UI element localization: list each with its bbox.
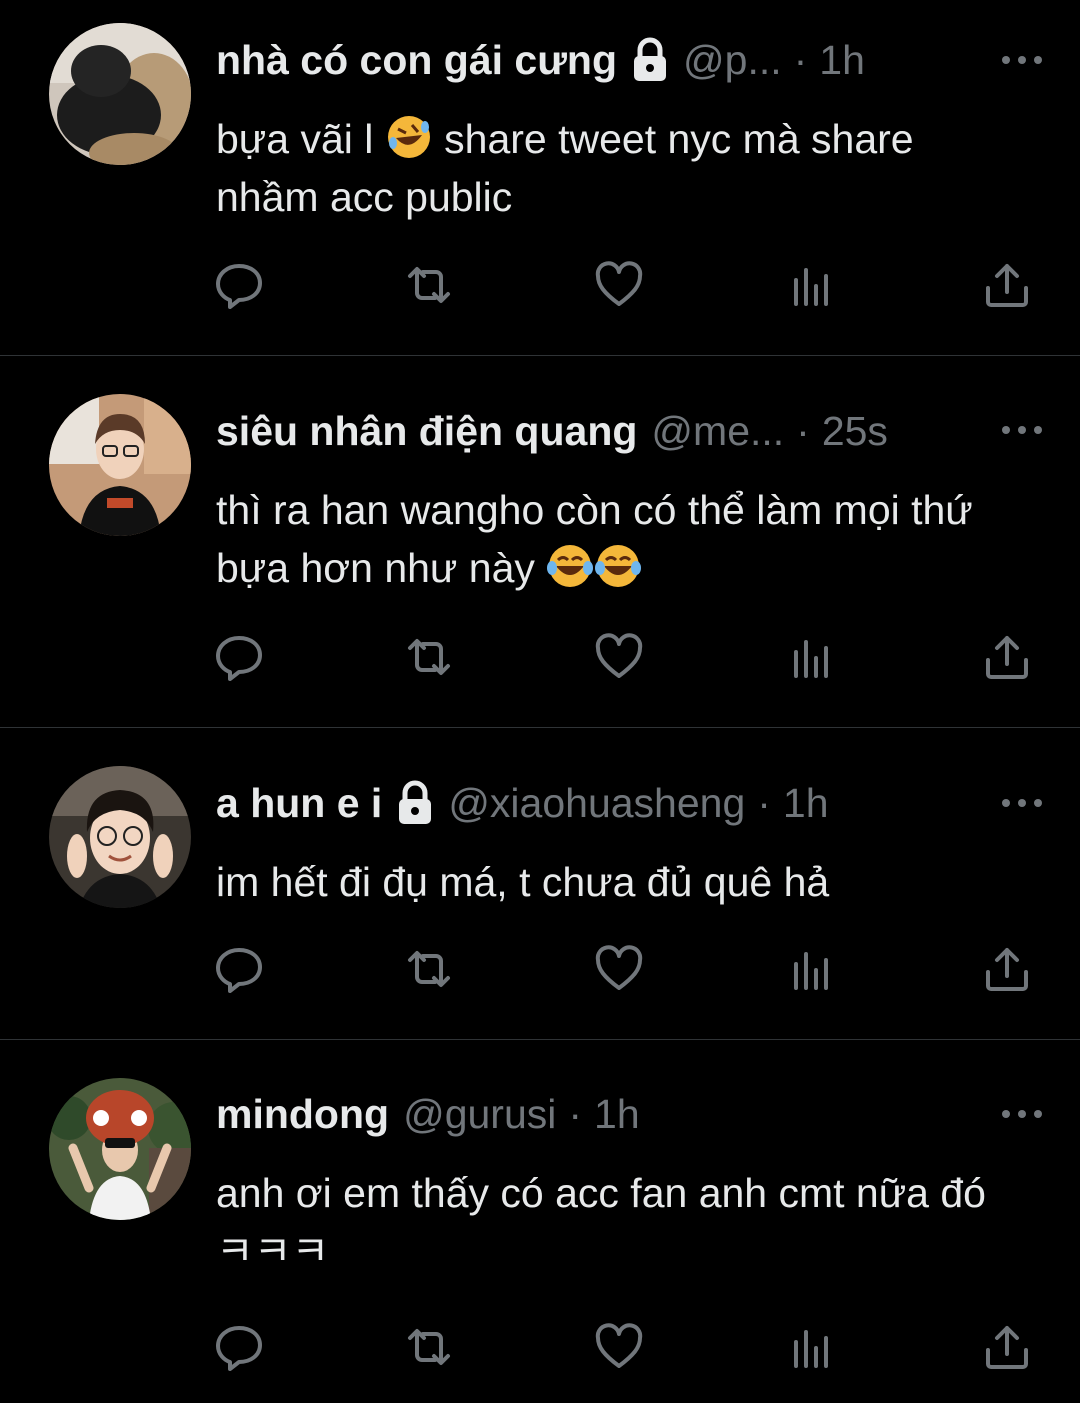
views-icon[interactable]	[786, 632, 836, 682]
tweet-header: siêu nhân điện quang @me... · 25s	[216, 403, 1000, 459]
tweet-text: anh ơi em thấy có acc fan anh cmt nữa đó…	[216, 1164, 1020, 1280]
tweet[interactable]: siêu nhân điện quang @me... · 25s thì ra…	[0, 356, 1080, 728]
share-icon[interactable]	[982, 1322, 1032, 1372]
tweet-actions	[214, 260, 1034, 310]
heart-icon[interactable]	[594, 632, 644, 682]
heart-icon[interactable]	[594, 944, 644, 994]
reply-icon[interactable]	[214, 260, 264, 310]
retweet-icon[interactable]	[404, 260, 454, 310]
display-name[interactable]: mindong	[216, 1091, 389, 1138]
heart-icon[interactable]	[594, 260, 644, 310]
tweet[interactable]: nhà có con gái cưng @p... · 1h bựa vãi l…	[0, 0, 1080, 356]
heart-icon[interactable]	[594, 1322, 644, 1372]
display-name[interactable]: siêu nhân điện quang	[216, 408, 637, 455]
reply-icon[interactable]	[214, 944, 264, 994]
tweet-header: a hun e i @xiaohuasheng · 1h	[216, 775, 1000, 831]
timestamp[interactable]: 1h	[783, 780, 829, 827]
views-icon[interactable]	[786, 1322, 836, 1372]
tweet-feed: nhà có con gái cưng @p... · 1h bựa vãi l…	[0, 0, 1080, 1403]
tweet-actions	[214, 944, 1034, 994]
tweet-text: im hết đi đụ má, t chưa đủ quê hả	[216, 853, 1020, 911]
tweet-text: bựa vãi l share tweet nyc mà share nhầm …	[216, 110, 1020, 226]
share-icon[interactable]	[982, 632, 1032, 682]
retweet-icon[interactable]	[404, 632, 454, 682]
tweet-actions	[214, 632, 1034, 682]
tweet-text-part: im hết đi đụ má, t chưa đủ quê hả	[216, 859, 830, 905]
user-handle[interactable]: @me...	[651, 408, 784, 455]
tweet[interactable]: mindong @gurusi · 1h anh ơi em thấy có a…	[0, 1040, 1080, 1403]
reply-icon[interactable]	[214, 1322, 264, 1372]
tweet-text-part: anh ơi em thấy có acc fan anh cmt nữa đó…	[216, 1170, 986, 1274]
user-handle[interactable]: @gurusi	[403, 1091, 556, 1138]
tweet-text-part: bựa vãi l	[216, 116, 385, 162]
avatar[interactable]	[49, 394, 191, 536]
more-icon[interactable]	[1002, 54, 1042, 66]
tweet-actions	[214, 1322, 1034, 1372]
tweet[interactable]: a hun e i @xiaohuasheng · 1h im hết đi đ…	[0, 728, 1080, 1040]
separator: ·	[793, 36, 808, 83]
rolling-laughing-emoji	[385, 113, 433, 161]
separator: ·	[796, 407, 810, 454]
avatar[interactable]	[49, 1078, 191, 1220]
views-icon[interactable]	[786, 260, 836, 310]
user-handle[interactable]: @xiaohuasheng	[448, 780, 745, 827]
separator: ·	[757, 779, 771, 826]
retweet-icon[interactable]	[404, 1322, 454, 1372]
user-handle[interactable]: @p...	[683, 37, 782, 84]
timestamp[interactable]: 25s	[822, 408, 888, 455]
lock-icon	[396, 780, 434, 826]
share-icon[interactable]	[982, 260, 1032, 310]
reply-icon[interactable]	[214, 632, 264, 682]
tears-of-joy-emoji	[594, 542, 642, 590]
timestamp[interactable]: 1h	[594, 1091, 640, 1138]
display-name[interactable]: nhà có con gái cưng	[216, 37, 617, 84]
separator: ·	[568, 1090, 583, 1137]
display-name[interactable]: a hun e i	[216, 780, 382, 827]
more-icon[interactable]	[1002, 1108, 1042, 1120]
timestamp[interactable]: 1h	[819, 37, 865, 84]
lock-icon	[631, 37, 669, 83]
tears-of-joy-emoji	[546, 542, 594, 590]
tweet-header: nhà có con gái cưng @p... · 1h	[216, 32, 1000, 88]
avatar[interactable]	[49, 23, 191, 165]
retweet-icon[interactable]	[404, 944, 454, 994]
views-icon[interactable]	[786, 944, 836, 994]
more-icon[interactable]	[1002, 797, 1042, 809]
share-icon[interactable]	[982, 944, 1032, 994]
tweet-header: mindong @gurusi · 1h	[216, 1086, 1000, 1142]
more-icon[interactable]	[1002, 424, 1042, 436]
avatar[interactable]	[49, 766, 191, 908]
tweet-text: thì ra han wangho còn có thể làm mọi thứ…	[216, 481, 1020, 597]
